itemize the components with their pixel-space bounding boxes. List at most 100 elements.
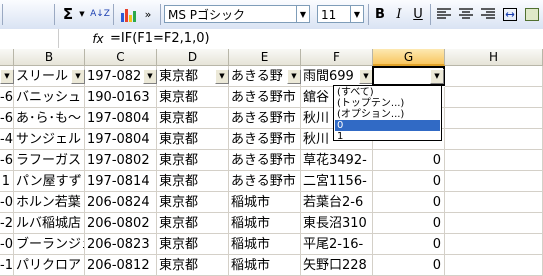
column-header-h[interactable]: H	[445, 49, 543, 66]
chart-wizard-button[interactable]	[117, 5, 139, 24]
table-cell[interactable]: 東京都	[157, 255, 229, 276]
font-size-combo[interactable]: 11	[317, 5, 351, 23]
table-cell[interactable]	[445, 255, 543, 276]
autofilter-dropdown-list[interactable]: (すべて) (トップテン...) (オプション...) 0 1	[333, 85, 442, 142]
table-cell[interactable]: 197-0802	[85, 150, 157, 171]
table-cell[interactable]: あきる野市	[229, 87, 301, 108]
autofilter-button-g[interactable]: ▼	[430, 69, 444, 84]
table-cell[interactable]	[445, 171, 543, 192]
currency-style-button[interactable]	[522, 5, 542, 24]
merge-center-button[interactable]	[500, 5, 520, 24]
table-cell[interactable]: 0	[373, 171, 445, 192]
table-cell[interactable]: ラフーガス	[14, 150, 85, 171]
autofilter-button-f[interactable]: ▼	[359, 69, 373, 84]
table-cell[interactable]	[445, 150, 543, 171]
table-cell[interactable]: ブーランジェ	[14, 234, 85, 255]
table-cell[interactable]: 197-0814	[85, 171, 157, 192]
name-box[interactable]	[0, 29, 59, 48]
align-left-button[interactable]	[434, 5, 454, 24]
table-cell[interactable]	[445, 213, 543, 234]
table-cell[interactable]	[445, 192, 543, 213]
table-cell[interactable]: 草花3492-	[301, 150, 373, 171]
table-cell[interactable]: あきる野市	[229, 150, 301, 171]
table-cell[interactable]: 0	[373, 255, 445, 276]
table-cell[interactable]: 二宮1156-	[301, 171, 373, 192]
table-cell[interactable]: 平尾2-16-	[301, 234, 373, 255]
table-cell[interactable]: 東長沼310	[301, 213, 373, 234]
table-cell[interactable]: 0	[373, 234, 445, 255]
table-cell[interactable]: 0	[373, 192, 445, 213]
table-cell[interactable]: 206-0823	[85, 234, 157, 255]
column-header-f[interactable]: F	[301, 49, 373, 66]
table-cell[interactable]: 東京都	[157, 129, 229, 150]
column-header-b[interactable]: B	[14, 49, 85, 66]
worksheet-grid[interactable]: B C D E F G H スリール 197-082 東京都 あきる野 雨間69…	[0, 49, 543, 276]
table-cell[interactable]: 若葉台2-6	[301, 192, 373, 213]
font-size-dropdown-arrow[interactable]: ▼	[351, 5, 364, 23]
table-cell[interactable]: -0	[0, 192, 14, 213]
table-cell[interactable]: 197-0804	[85, 108, 157, 129]
font-name-dropdown-arrow[interactable]: ▼	[297, 5, 310, 23]
table-cell[interactable]: パン屋すず	[14, 171, 85, 192]
align-right-button[interactable]	[478, 5, 498, 24]
table-cell[interactable]: 東京都	[157, 213, 229, 234]
align-center-button[interactable]	[456, 5, 476, 24]
autofilter-button-c[interactable]: ▼	[143, 69, 157, 84]
table-cell[interactable]: ルバ稲城店	[14, 213, 85, 234]
autofilter-button-a[interactable]: ▼	[0, 69, 14, 84]
underline-button[interactable]: U	[409, 5, 427, 24]
toolbar-overflow-button[interactable]: »	[143, 5, 153, 24]
table-cell[interactable]: 矢野口228	[301, 255, 373, 276]
filter-option-all[interactable]: (すべて)	[335, 87, 440, 98]
column-header-d[interactable]: D	[157, 49, 229, 66]
table-cell[interactable]: サンジェル	[14, 129, 85, 150]
autosum-dropdown-arrow[interactable]: ▼	[78, 5, 86, 24]
table-cell[interactable]	[445, 129, 543, 150]
bold-button[interactable]: B	[371, 5, 389, 24]
table-cell[interactable]: 190-0163	[85, 87, 157, 108]
column-header-e[interactable]: E	[229, 49, 301, 66]
filter-option-custom[interactable]: (オプション...)	[335, 109, 440, 120]
table-cell[interactable]: 東京都	[157, 150, 229, 171]
table-cell[interactable]: あ･ら･も～	[14, 108, 85, 129]
table-cell[interactable]: あきる野市	[229, 171, 301, 192]
table-cell[interactable]: 206-0812	[85, 255, 157, 276]
column-header-c[interactable]: C	[85, 49, 157, 66]
table-cell[interactable]: -6	[0, 150, 14, 171]
filter-option-top10[interactable]: (トップテン...)	[335, 98, 440, 109]
table-cell[interactable]: 稲城市	[229, 234, 301, 255]
autofilter-button-d[interactable]: ▼	[215, 69, 229, 84]
autofilter-button-b[interactable]: ▼	[71, 69, 85, 84]
table-cell[interactable]: -6	[0, 108, 14, 129]
table-cell[interactable]: 稲城市	[229, 255, 301, 276]
table-cell[interactable]: 東京都	[157, 234, 229, 255]
table-cell[interactable]: -6	[0, 87, 14, 108]
table-cell[interactable]	[445, 234, 543, 255]
table-cell[interactable]: 0	[373, 150, 445, 171]
table-cell[interactable]: 東京都	[157, 192, 229, 213]
table-cell[interactable]: 197-0804	[85, 129, 157, 150]
table-cell[interactable]: 0	[373, 213, 445, 234]
autofilter-button-e[interactable]: ▼	[287, 69, 301, 84]
autosum-button[interactable]: Σ	[60, 5, 76, 24]
table-cell[interactable]	[445, 108, 543, 129]
table-cell[interactable]: 東京都	[157, 108, 229, 129]
table-cell[interactable]: 東京都	[157, 171, 229, 192]
table-cell[interactable]: パリクロア	[14, 255, 85, 276]
active-cell-g1[interactable]: ▼	[372, 66, 445, 86]
table-cell[interactable]: 1	[0, 171, 14, 192]
table-cell[interactable]: バニッシュ	[14, 87, 85, 108]
table-cell[interactable]: -0	[0, 234, 14, 255]
sort-ascending-button[interactable]: A↓Z	[90, 5, 110, 24]
column-header-g[interactable]: G	[373, 49, 445, 66]
italic-button[interactable]: I	[390, 5, 408, 24]
filter-option-0[interactable]: 0	[335, 120, 440, 131]
filter-option-1[interactable]: 1	[335, 131, 440, 142]
table-cell[interactable]: 206-0824	[85, 192, 157, 213]
table-cell[interactable]: -2	[0, 213, 14, 234]
header-cell-h[interactable]	[445, 66, 543, 87]
table-cell[interactable]: 206-0802	[85, 213, 157, 234]
table-cell[interactable]: -4	[0, 129, 14, 150]
table-cell[interactable]: 稲城市	[229, 192, 301, 213]
table-cell[interactable]: ホルン若葉	[14, 192, 85, 213]
